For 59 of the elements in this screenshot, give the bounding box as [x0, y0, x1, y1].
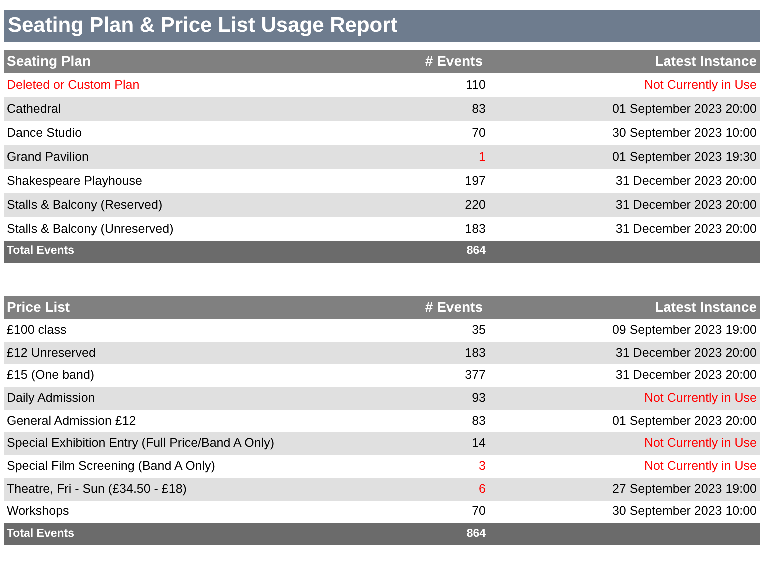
total-label: Total Events	[7, 528, 75, 540]
table-cell: 183	[465, 346, 486, 360]
table-cell: 1	[479, 150, 486, 164]
table-cell: 30 September 2023 10:00	[612, 504, 757, 518]
table-cell: 31 December 2023 20:00	[616, 368, 757, 382]
table-cell: 183	[465, 222, 486, 236]
table-cell: Theatre, Fri - Sun (£34.50 - £18)	[7, 482, 187, 496]
table-cell: 01 September 2023 19:30	[612, 150, 757, 164]
table-cell: 27 September 2023 19:00	[612, 482, 757, 496]
table-cell: General Admission £12	[7, 414, 136, 428]
table-cell: Special Film Screening (Band A Only)	[7, 459, 216, 474]
table-cell: 93	[472, 391, 486, 406]
table-cell: 110	[466, 78, 486, 92]
table-cell: 01 September 2023 20:00	[612, 414, 757, 428]
table-cell: Not Currently in Use	[644, 436, 757, 450]
table-cell: 31 December 2023 20:00	[616, 222, 757, 236]
table-cell: Shakespeare Playhouse	[7, 174, 143, 188]
table-cell: 220	[465, 198, 486, 212]
total-count: 864	[466, 528, 486, 540]
table-cell: £100 class	[7, 322, 67, 337]
column-header: Latest Instance	[655, 299, 757, 315]
column-header: Seating Plan	[7, 53, 92, 69]
column-header: # Events	[425, 299, 483, 315]
table-cell: Special Exhibition Entry (Full Price/Band A Only)	[7, 436, 274, 450]
table-cell: Dance Studio	[7, 126, 82, 140]
table-cell: 14	[472, 436, 486, 450]
table-cell: 09 September 2023 19:00	[612, 322, 757, 337]
total-label: Total Events	[7, 245, 75, 258]
column-header: Price List	[7, 299, 70, 315]
table-cell: 31 December 2023 20:00	[616, 174, 757, 188]
table-cell: Deleted or Custom Plan	[7, 78, 140, 92]
table-cell: 31 December 2023 20:00	[616, 198, 757, 212]
table-cell: 31 December 2023 20:00	[616, 346, 757, 360]
column-header: # Events	[425, 53, 483, 69]
table-cell: Workshops	[7, 504, 70, 518]
table-cell: 35	[472, 322, 486, 337]
table-cell: 83	[472, 414, 486, 428]
column-header: Latest Instance	[655, 53, 757, 69]
table-cell: 01 September 2023 20:00	[612, 102, 757, 116]
total-count: 864	[466, 245, 486, 258]
table-cell: 30 September 2023 10:00	[612, 126, 757, 140]
table-cell: Not Currently in Use	[644, 391, 757, 406]
table-cell: Not Currently in Use	[644, 459, 757, 474]
table-cell: 3	[479, 459, 486, 474]
table-cell: 377	[465, 368, 486, 382]
table-cell: Not Currently in Use	[644, 78, 757, 92]
table-cell: 83	[472, 102, 486, 116]
table-cell: 70	[472, 504, 486, 518]
table-cell: Grand Pavilion	[7, 150, 89, 164]
table-cell: Daily Admission	[7, 391, 96, 406]
table-cell: Stalls & Balcony (Reserved)	[7, 198, 163, 212]
table-cell: Stalls & Balcony (Unreserved)	[7, 222, 174, 236]
table-cell: 6	[479, 482, 486, 496]
table-cell: 197	[465, 174, 486, 188]
table-cell: £12 Unreserved	[7, 346, 96, 360]
report-title: Seating Plan & Price List Usage Report	[8, 13, 398, 40]
table-cell: £15 (One band)	[7, 368, 95, 382]
table-cell: 70	[472, 126, 486, 140]
table-cell: Cathedral	[7, 102, 62, 116]
